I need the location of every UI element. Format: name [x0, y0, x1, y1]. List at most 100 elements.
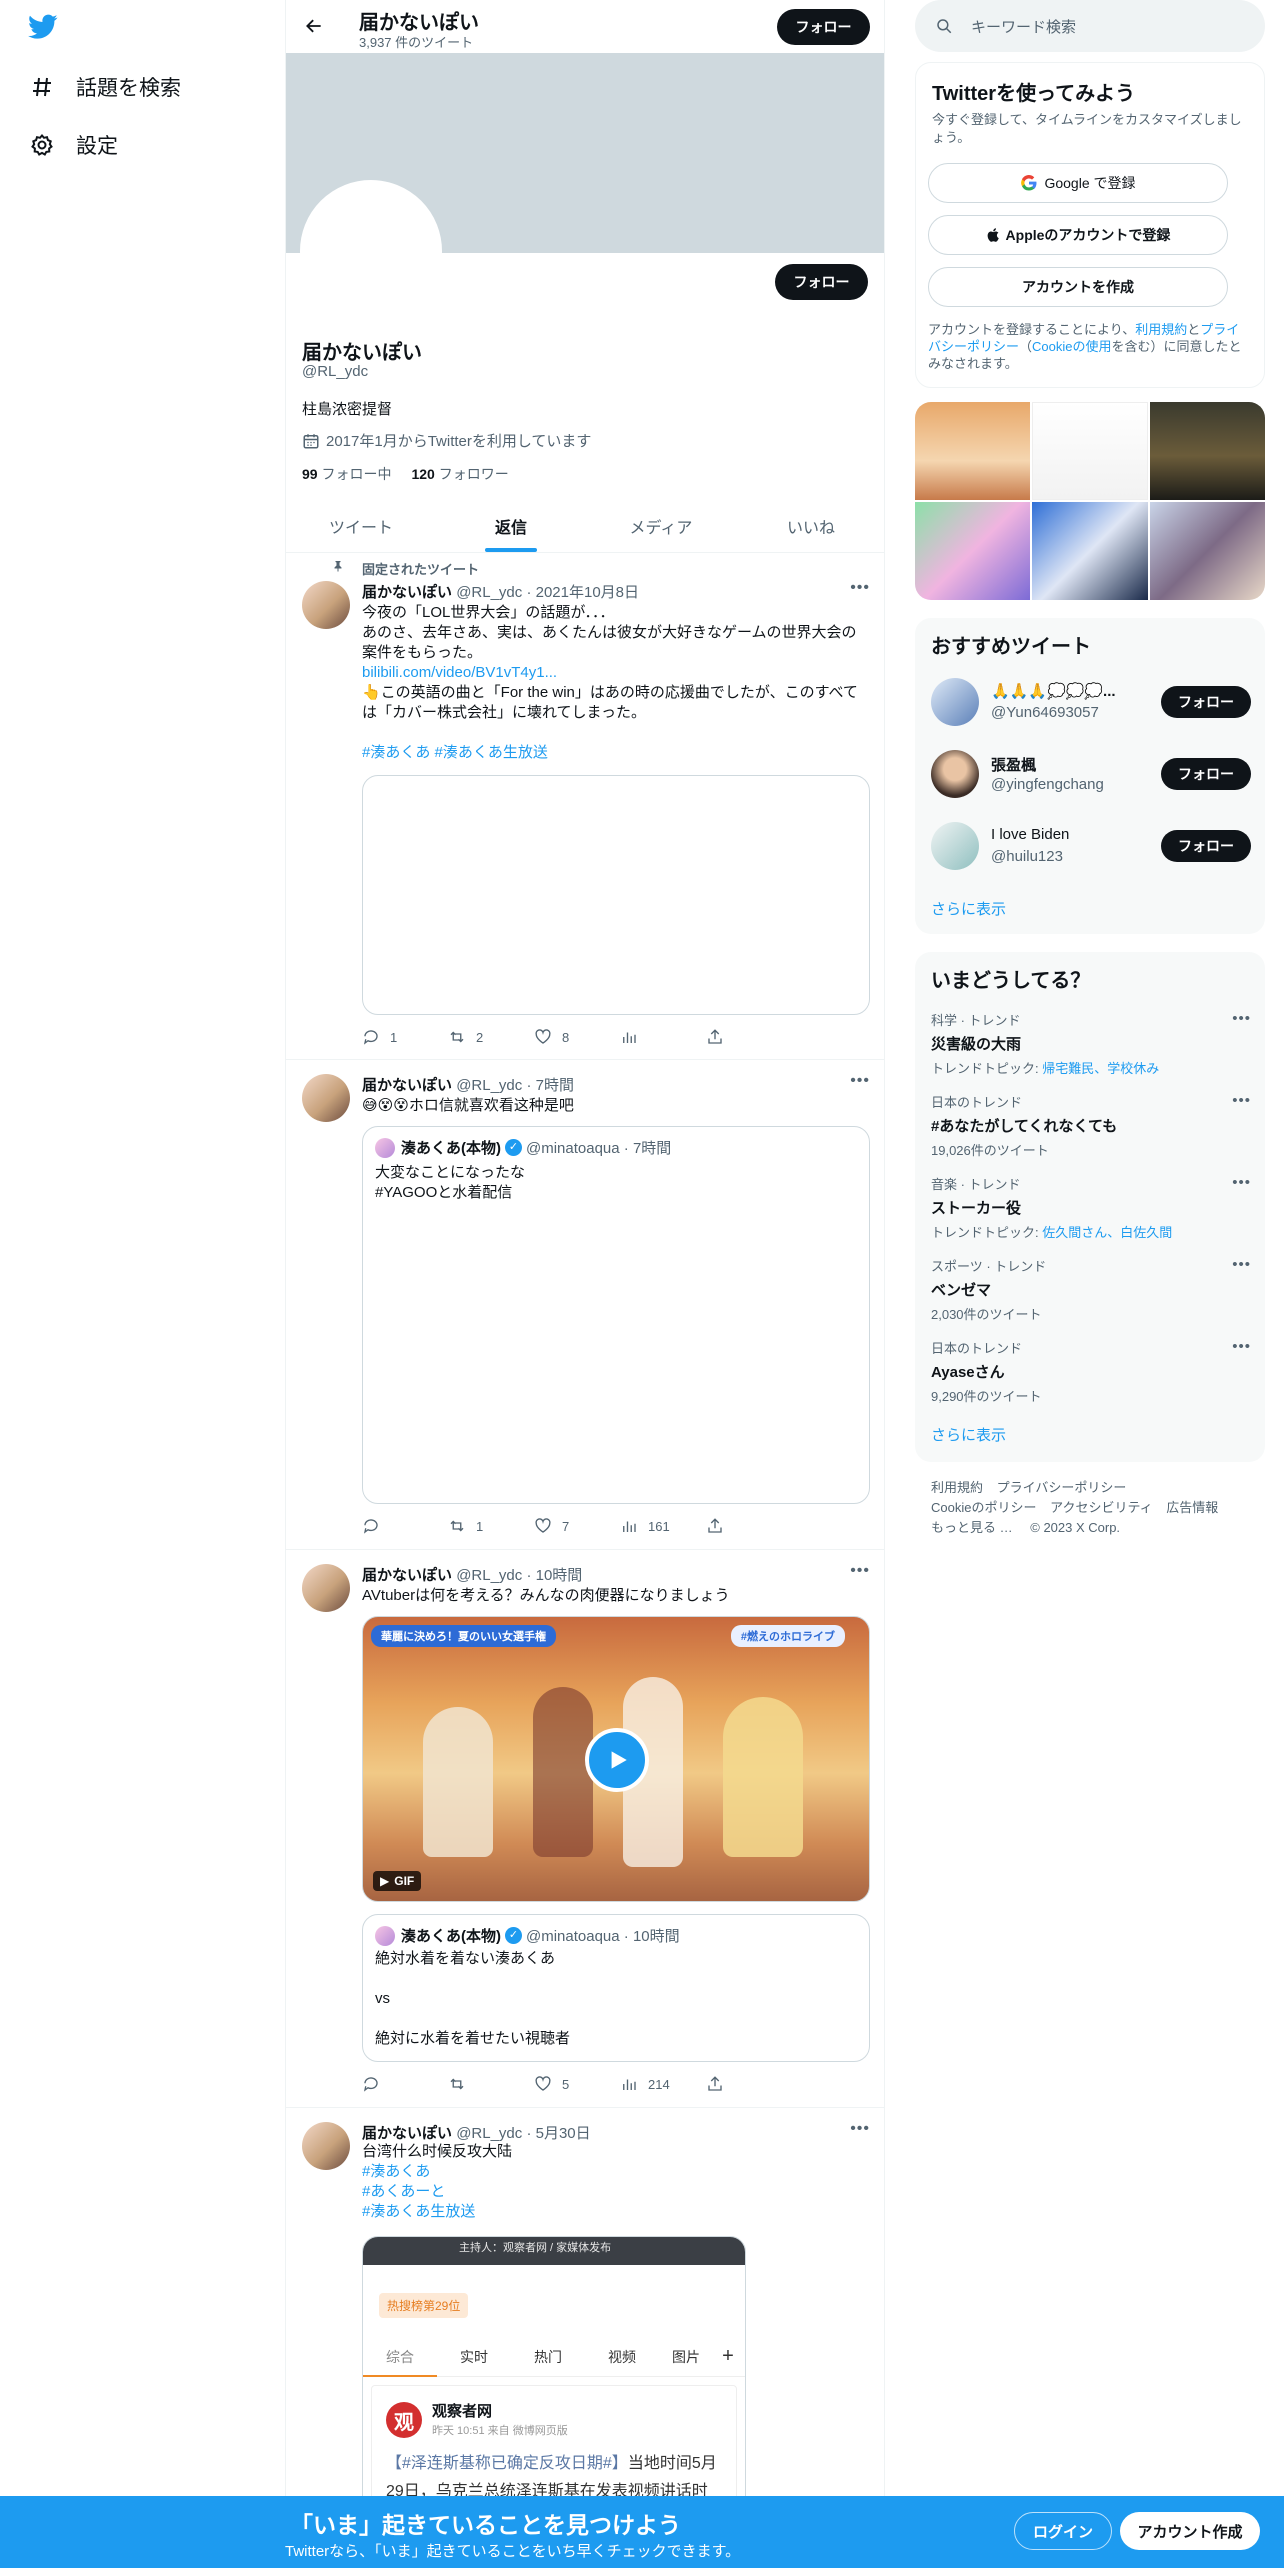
tweet-author[interactable]: 届かないぽい [362, 1567, 452, 1584]
more-icon[interactable]: ••• [850, 2120, 870, 2138]
more-icon[interactable]: ••• [1232, 1010, 1251, 1027]
footer-more-link[interactable]: もっと見る … [931, 1520, 1013, 1535]
tweet-author[interactable]: 届かないぽい [362, 1077, 452, 1094]
trend-item[interactable]: 日本のトレンド #あなたがしてくれなくても 19,026件のツイート ••• [931, 1092, 1251, 1159]
trend-item[interactable]: 科学 · トレンド 災害級の大雨 トレンドトピック: 帰宅難民、学校休み ••• [931, 1010, 1251, 1077]
quote-text: 絶対水着を着ない湊あくあ vs 絶対に水着を着せたい視聴者 [375, 1950, 571, 2047]
search-box[interactable]: キーワード検索 [915, 0, 1265, 52]
gallery-thumb[interactable] [1149, 502, 1265, 600]
retweet-button[interactable] [448, 2075, 534, 2093]
quote-author: 湊あくあ(本物) [401, 1928, 501, 1945]
tweet-author[interactable]: 届かないぽい [362, 584, 452, 601]
tweet-avatar[interactable] [302, 581, 350, 629]
footer-link[interactable]: 広告情報 [1166, 1500, 1218, 1515]
hashtag-link[interactable]: #あくあーと [362, 2182, 870, 2202]
more-icon[interactable]: ••• [850, 579, 870, 597]
tweet[interactable]: 届かないぽい @RL_ydc · 7時間 ••• 😅😵😵ホロ信就喜欢看这种是吧 … [286, 1060, 884, 1550]
login-button[interactable]: ログイン [1014, 2512, 1112, 2550]
recommend-user[interactable]: 張盈楓 @yingfengchang フォロー [931, 748, 1251, 800]
twitter-logo-icon[interactable] [28, 14, 58, 45]
gallery-thumb[interactable] [915, 402, 1031, 500]
back-arrow-icon[interactable] [304, 16, 324, 41]
share-button[interactable] [706, 1028, 792, 1046]
tweet-avatar[interactable] [302, 2122, 350, 2170]
more-icon[interactable]: ••• [1232, 1338, 1251, 1355]
gallery-thumb[interactable] [1032, 402, 1148, 500]
link-card[interactable] [362, 775, 870, 1015]
main-column: 届かないぽい 3,937 件のツイート フォロー フォロー 届かないぽい @RL… [285, 0, 885, 2568]
quote-tweet[interactable]: 湊あくあ(本物) ✓ @minatoaqua · 7時間 大変なことになったな … [362, 1126, 870, 1504]
tweet-link[interactable]: bilibili.com/video/BV1vT4y1... [362, 663, 870, 683]
signup-button[interactable]: アカウント作成 [1120, 2512, 1260, 2550]
profile-avatar[interactable] [300, 180, 442, 322]
tweet-avatar[interactable] [302, 1074, 350, 1122]
header-follow-button[interactable]: フォロー [777, 9, 870, 45]
nav-settings[interactable]: 設定 [30, 130, 118, 160]
apple-signup-button[interactable]: Appleのアカウントで登録 [928, 215, 1228, 255]
create-account-button[interactable]: アカウントを作成 [928, 267, 1228, 307]
nav-explore[interactable]: 話題を検索 [30, 72, 181, 102]
more-icon[interactable]: ••• [1232, 1256, 1251, 1273]
retweet-button[interactable]: 2 [448, 1028, 534, 1046]
gallery-thumb[interactable] [1149, 402, 1265, 500]
views-button[interactable]: 161 [620, 1517, 706, 1535]
like-button[interactable]: 5 [534, 2075, 620, 2093]
views-button[interactable]: 214 [620, 2075, 706, 2093]
tab-tweets[interactable]: ツイート [286, 500, 436, 552]
more-icon[interactable]: ••• [1232, 1174, 1251, 1191]
profile-follow-button[interactable]: フォロー [775, 264, 868, 300]
like-button[interactable]: 8 [534, 1028, 620, 1046]
reply-icon [363, 1030, 378, 1045]
google-signup-button[interactable]: Google で登録 [928, 163, 1228, 203]
reply-button[interactable]: 1 [362, 1028, 448, 1046]
follow-button[interactable]: フォロー [1161, 830, 1251, 862]
like-button[interactable]: 7 [534, 1517, 620, 1535]
views-button[interactable] [620, 1028, 706, 1046]
followers-link[interactable]: 120 フォロワー [411, 464, 508, 484]
footer-link[interactable]: プライバシーポリシー [997, 1480, 1127, 1495]
footer-link[interactable]: アクセシビリティ [1050, 1500, 1153, 1515]
tab-likes[interactable]: いいね [736, 500, 884, 552]
reply-button[interactable] [362, 2075, 448, 2093]
shot-top-bar: 主持人：观察者网 / 家媒体发布 [363, 2237, 745, 2265]
more-icon[interactable]: ••• [1232, 1092, 1251, 1109]
trend-item[interactable]: 日本のトレンド Ayaseさん 9,290件のツイート ••• [931, 1338, 1251, 1405]
share-button[interactable] [706, 2075, 792, 2093]
tweet-author[interactable]: 届かないぽい [362, 2125, 452, 2142]
footer-link[interactable]: 利用規約 [931, 1480, 983, 1495]
tab-media[interactable]: メディア [586, 500, 736, 552]
retweet-button[interactable]: 1 [448, 1517, 534, 1535]
gallery-thumb[interactable] [1032, 502, 1148, 600]
recommend-user[interactable]: 🙏🙏🙏💭💭💭... @Yun64693057 フォロー [931, 676, 1251, 728]
tweet[interactable]: 届かないぽい @RL_ydc · 10時間 ••• AVtuberは何を考える？… [286, 1550, 884, 2108]
gallery-thumb[interactable] [915, 502, 1031, 600]
tweet-avatar[interactable] [302, 1564, 350, 1612]
terms-link[interactable]: 利用規約 [1135, 322, 1187, 337]
trends-more-link[interactable]: さらに表示 [931, 1424, 1006, 1445]
reply-button[interactable] [362, 1517, 448, 1535]
trend-item[interactable]: スポーツ · トレンド ベンゼマ 2,030件のツイート ••• [931, 1256, 1251, 1323]
trend-sub-link[interactable]: 佐久間さん、白佐久間 [1042, 1225, 1172, 1240]
tweet-pinned[interactable]: 固定されたツイート 届かないぽい @RL_ydc · 2021年10月8日 ••… [286, 553, 884, 1060]
recommend-user[interactable]: I love Biden @huilu123 フォロー [931, 820, 1251, 872]
more-icon[interactable]: ••• [850, 1072, 870, 1090]
tweet-hashtags[interactable]: #湊あくあ #湊あくあ生放送 [362, 743, 870, 763]
follow-button[interactable]: フォロー [1161, 686, 1251, 718]
recommend-more-link[interactable]: さらに表示 [931, 898, 1006, 919]
quote-tweet[interactable]: 湊あくあ(本物) ✓ @minatoaqua · 10時間 絶対水着を着ない湊あ… [362, 1914, 870, 2062]
trend-sub-link[interactable]: 帰宅難民、学校休み [1042, 1061, 1159, 1076]
more-icon[interactable]: ••• [850, 1562, 870, 1580]
hashtag-link[interactable]: #湊あくあ生放送 [362, 2202, 870, 2222]
trend-item[interactable]: 音楽 · トレンド ストーカー役 トレンドトピック: 佐久間さん、白佐久間 ••… [931, 1174, 1251, 1241]
hashtag-link[interactable]: #湊あくあ [362, 2162, 870, 2182]
following-link[interactable]: 99 フォロー中 [302, 464, 391, 484]
tab-replies[interactable]: 返信 [436, 500, 586, 552]
share-button[interactable] [706, 1517, 792, 1535]
shot-tab: 视频 [608, 2348, 636, 2365]
cookie-link[interactable]: Cookieの使用 [1032, 339, 1111, 354]
footer-link[interactable]: Cookieのポリシー [931, 1500, 1036, 1515]
play-button-icon[interactable] [585, 1728, 649, 1792]
follow-button[interactable]: フォロー [1161, 758, 1251, 790]
quote-avatar [375, 1925, 395, 1946]
video-player[interactable]: 華麗に決めろ！夏のいい女選手権 #燃えのホロライブ ▶ GIF [362, 1616, 870, 1902]
